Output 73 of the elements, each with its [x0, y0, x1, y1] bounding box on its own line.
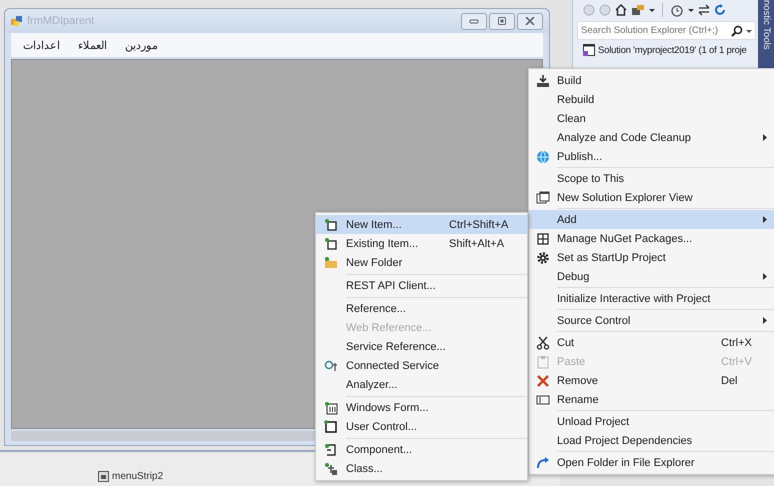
app-icon [11, 15, 23, 27]
menu-item[interactable]: Remove Del [529, 371, 774, 390]
maximize-icon [497, 17, 507, 25]
rectangle-icon [536, 392, 550, 406]
menu-item[interactable]: Cut Ctrl+X [529, 333, 774, 352]
menu-item[interactable]: Debug [529, 267, 774, 286]
search-field[interactable]: Search Solution Explorer (Ctrl+;) [577, 21, 756, 40]
new-item-icon [324, 218, 338, 232]
menu-item[interactable]: Source Control [529, 311, 774, 330]
new-item-icon [324, 236, 338, 250]
menu-item[interactable]: Service Reference... [316, 337, 527, 356]
menu-item[interactable]: Initialize Interactive with Project [529, 289, 774, 308]
menu-item[interactable]: REST API Client... [316, 276, 527, 295]
solution-icon [583, 44, 595, 56]
menu-item[interactable]: Class... [316, 459, 527, 478]
menu-item[interactable]: Analyze and Code Cleanup [529, 128, 774, 147]
side-tab[interactable]: nostic Tools [758, 0, 774, 68]
refresh-icon[interactable] [714, 4, 726, 16]
menu-item[interactable]: New Solution Explorer View [529, 188, 774, 207]
package-icon [536, 232, 550, 246]
minimize-icon [469, 17, 479, 25]
submenu-arrow-icon [763, 216, 767, 223]
menu-item[interactable]: موردين [125, 38, 158, 52]
class-icon [324, 462, 338, 476]
search-icon [731, 24, 743, 36]
tree-item[interactable]: Solution 'myproject2019' (1 of 1 proje [573, 44, 758, 56]
menu-item[interactable]: Load Project Dependencies [529, 431, 774, 450]
menu-item[interactable]: Component... [316, 440, 527, 459]
menu-item[interactable]: Add [529, 210, 774, 229]
menu-item[interactable]: Rename [529, 390, 774, 409]
home-icon[interactable] [615, 4, 627, 16]
menu-item[interactable]: Windows Form... [316, 398, 527, 417]
component-icon [324, 442, 338, 456]
menu-item[interactable]: User Control... [316, 417, 527, 436]
submenu-arrow-icon [763, 134, 767, 141]
close-button[interactable] [517, 12, 543, 30]
minimize-button[interactable] [461, 12, 487, 30]
menu-item[interactable]: Publish... [529, 147, 774, 166]
tray-item[interactable]: menuStrip2 [98, 471, 164, 482]
history-icon[interactable] [670, 3, 684, 17]
settings-icon [536, 250, 550, 264]
swap-arrows-icon[interactable] [698, 4, 710, 16]
x-mark-icon [536, 374, 550, 388]
menu-item[interactable]: Rebuild [529, 90, 774, 109]
menu-item[interactable]: Existing Item... Shift+Alt+A [316, 234, 527, 253]
menu-item[interactable]: اعدادات [23, 38, 60, 52]
menu-item[interactable]: Manage NuGet Packages... [529, 229, 774, 248]
menu-item[interactable]: العملاء [78, 38, 107, 52]
folder-icon [324, 256, 338, 270]
windows-icon [536, 190, 550, 204]
menu-item[interactable]: Analyzer... [316, 375, 527, 394]
curved-arrow-icon [536, 456, 550, 470]
menu-item[interactable]: New Folder [316, 253, 527, 272]
close-icon [525, 17, 535, 25]
scissors-icon [536, 336, 550, 350]
globe-icon [536, 150, 550, 164]
maximize-button[interactable] [489, 12, 515, 30]
tray-arrow-icon [536, 74, 550, 88]
menu-strip-icon [98, 471, 109, 482]
menu-item[interactable]: Reference... [316, 299, 527, 318]
user-control-icon [324, 420, 338, 434]
menu-item[interactable]: Clean [529, 109, 774, 128]
menu-item[interactable]: New Item... Ctrl+Shift+A [316, 215, 527, 234]
clipboard-icon [536, 354, 550, 368]
submenu-arrow-icon [763, 273, 767, 280]
menu-item[interactable]: Set as StartUp Project [529, 248, 774, 267]
form-icon [324, 400, 338, 414]
menu-item[interactable]: Connected Service [316, 356, 527, 375]
menu-item[interactable]: Unload Project [529, 412, 774, 431]
menu-item[interactable]: Open Folder in File Explorer [529, 453, 774, 472]
menu-item[interactable]: Build [529, 71, 774, 90]
menu-item[interactable]: Scope to This [529, 169, 774, 188]
submenu-arrow-icon [763, 317, 767, 324]
